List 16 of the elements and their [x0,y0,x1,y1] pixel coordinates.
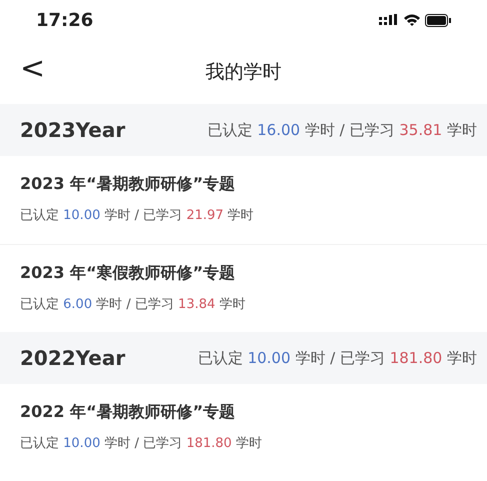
signal-icon [379,14,399,26]
year-title: 2022Year [20,345,126,372]
back-button[interactable]: < [20,54,46,84]
course-title: 2023 年“寒假教师研修”专题 [20,262,236,284]
hours-summary: 已认定 10.00 学时 / 已学习 181.80 学时 [198,348,477,369]
battery-icon [425,14,451,26]
status-time: 17:26 [36,8,94,32]
course-title: 2023 年“暑期教师研修”专题 [20,173,236,195]
wifi-icon [404,14,420,26]
year-title: 2023Year [20,117,126,144]
hours-summary: 已认定 16.00 学时 / 已学习 35.81 学时 [207,120,477,141]
hours-summary: 已认定 10.00 学时 / 已学习 21.97 学时 [20,207,255,225]
page-title: 我的学时 [206,60,282,85]
hours-summary: 已认定 10.00 学时 / 已学习 181.80 学时 [20,435,263,453]
hours-summary: 已认定 6.00 学时 / 已学习 13.84 学时 [20,296,246,314]
course-title: 2022 年“暑期教师研修”专题 [20,401,236,423]
